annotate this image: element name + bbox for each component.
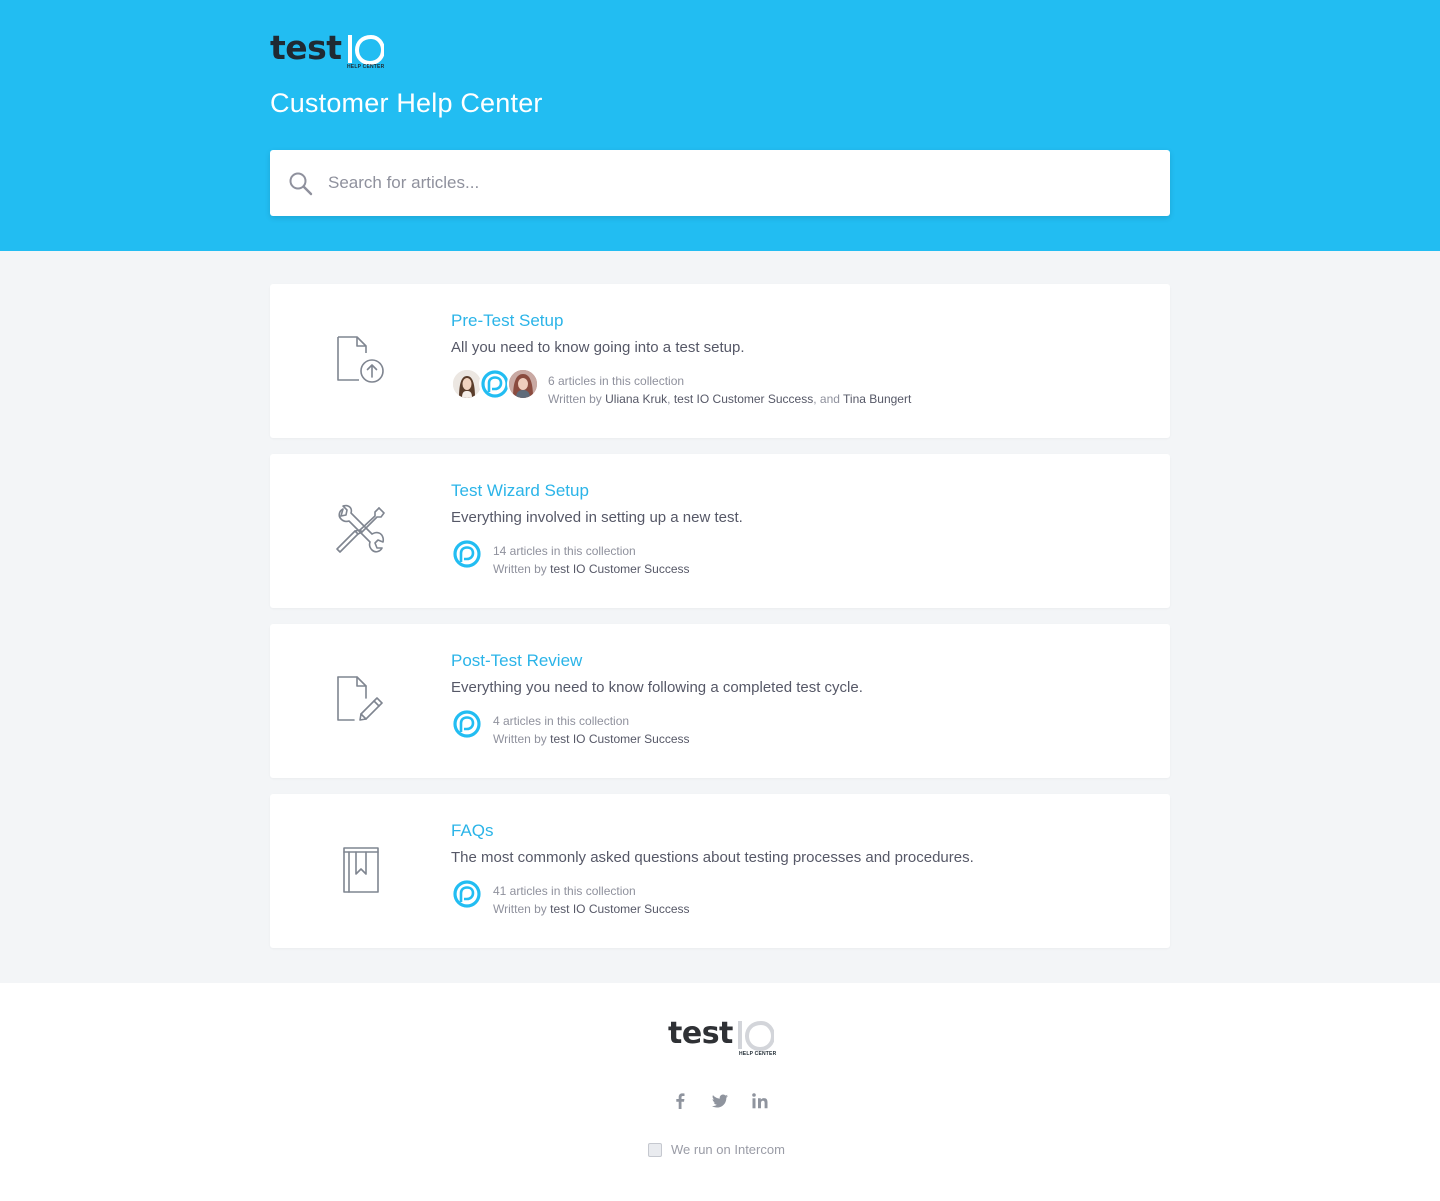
collection-title[interactable]: FAQs — [451, 821, 1151, 841]
article-count: 14 articles in this collection — [493, 544, 636, 558]
collection-card-test-wizard-setup[interactable]: Test Wizard Setup Everything involved in… — [270, 454, 1170, 608]
avatar — [451, 538, 483, 570]
collections-list: Pre-Test Setup All you need to know goin… — [270, 284, 1170, 964]
author-name: test IO Customer Success — [550, 732, 690, 746]
twitter-icon[interactable] — [708, 1089, 732, 1113]
search-box — [270, 150, 1170, 216]
collection-description: The most commonly asked questions about … — [451, 849, 974, 866]
logo-text: test — [270, 28, 342, 67]
collection-card-post-test-review[interactable]: Post-Test Review Everything you need to … — [270, 624, 1170, 778]
page-title: Customer Help Center — [270, 88, 543, 118]
card-body: Pre-Test Setup All you need to know goin… — [451, 311, 1151, 408]
collection-meta: 41 articles in this collection Written b… — [451, 878, 1151, 918]
written-by-label: Written by — [548, 392, 602, 406]
author-separator: , — [667, 392, 674, 406]
footer-logo[interactable]: test HELP CENTER — [668, 1016, 778, 1057]
social-links — [668, 1089, 778, 1113]
bookmark-book-icon — [343, 847, 379, 893]
logo-io-mark — [348, 34, 384, 65]
avatar-photo-icon — [453, 370, 481, 398]
header-logo[interactable]: test HELP CENTER — [270, 30, 390, 74]
written-by-label: Written by — [493, 562, 547, 576]
collection-meta-text: 6 articles in this collection Written by… — [548, 372, 911, 408]
article-count: 6 articles in this collection — [548, 374, 685, 388]
article-count: 4 articles in this collection — [493, 714, 630, 728]
written-by: Written by test IO Customer Success — [493, 900, 690, 918]
collection-description: Everything involved in setting up a new … — [451, 509, 743, 526]
collection-title[interactable]: Test Wizard Setup — [451, 481, 1151, 501]
document-upload-icon — [337, 336, 384, 383]
search-input[interactable] — [328, 150, 1148, 216]
document-edit-icon — [337, 676, 383, 721]
article-count: 41 articles in this collection — [493, 884, 636, 898]
collection-meta: 6 articles in this collection Written by… — [451, 368, 1151, 408]
avatar — [451, 878, 483, 910]
collection-meta-text: 14 articles in this collection Written b… — [493, 542, 690, 578]
footer: test HELP CENTER We run on Intercom — [0, 983, 1440, 1201]
avatar — [451, 708, 483, 740]
collection-meta-text: 41 articles in this collection Written b… — [493, 882, 690, 918]
logo-io-mark — [738, 1020, 774, 1051]
testio-avatar-icon — [481, 370, 509, 398]
wrench-tools-icon — [336, 504, 385, 553]
written-by-label: Written by — [493, 732, 547, 746]
logo-subtitle: HELP CENTER — [739, 1051, 777, 1057]
written-by: Written by test IO Customer Success — [493, 560, 690, 578]
author-name: test IO Customer Success — [550, 902, 690, 916]
logo-subtitle: HELP CENTER — [347, 64, 385, 70]
author-name: test IO Customer Success — [550, 562, 690, 576]
author-name: test IO Customer Success — [673, 392, 814, 406]
testio-avatar-icon — [453, 880, 481, 908]
card-body: FAQs The most commonly asked questions a… — [451, 821, 1151, 918]
written-by: Written by Uliana Kruk, test IO Customer… — [548, 390, 911, 408]
author-name: Tina Bungert — [843, 392, 912, 406]
card-body: Post-Test Review Everything you need to … — [451, 651, 1151, 748]
collection-card-pre-test-setup[interactable]: Pre-Test Setup All you need to know goin… — [270, 284, 1170, 438]
avatar — [507, 368, 539, 400]
collection-card-faqs[interactable]: FAQs The most commonly asked questions a… — [270, 794, 1170, 948]
collection-meta: 4 articles in this collection Written by… — [451, 708, 1151, 748]
testio-avatar-icon — [453, 540, 481, 568]
author-name: Uliana Kruk — [605, 392, 668, 406]
card-body: Test Wizard Setup Everything involved in… — [451, 481, 1151, 578]
search-icon — [289, 172, 313, 196]
logo-text: test — [668, 1016, 733, 1051]
collection-title[interactable]: Post-Test Review — [451, 651, 1151, 671]
collection-meta-text: 4 articles in this collection Written by… — [493, 712, 690, 748]
collection-title[interactable]: Pre-Test Setup — [451, 311, 1151, 331]
facebook-icon[interactable] — [668, 1089, 692, 1113]
written-by-label: Written by — [493, 902, 547, 916]
intercom-icon — [648, 1143, 662, 1157]
header: test HELP CENTER Customer Help Center — [0, 0, 1440, 251]
intercom-text: We run on Intercom — [671, 1142, 785, 1157]
collection-meta: 14 articles in this collection Written b… — [451, 538, 1151, 578]
collection-description: All you need to know going into a test s… — [451, 339, 745, 356]
collection-description: Everything you need to know following a … — [451, 679, 863, 696]
avatar-photo-icon — [509, 370, 537, 398]
written-by: Written by test IO Customer Success — [493, 730, 690, 748]
author-separator: , and — [813, 392, 844, 406]
linkedin-icon[interactable] — [748, 1089, 772, 1113]
testio-avatar-icon — [453, 710, 481, 738]
